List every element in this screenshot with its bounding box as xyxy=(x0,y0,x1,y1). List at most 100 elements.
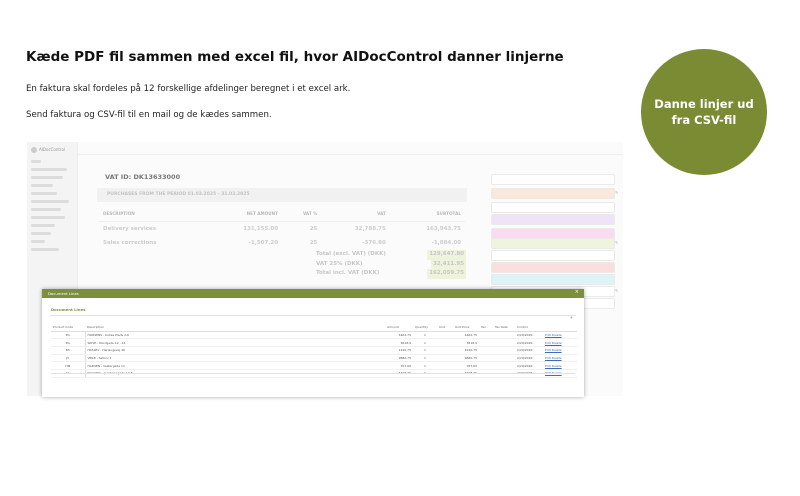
invoice-cell: Delivery services xyxy=(103,226,157,232)
edit-icon[interactable]: ✎ xyxy=(615,190,618,195)
sidebar-item[interactable] xyxy=(31,200,69,203)
product-code-cell: J5 xyxy=(51,354,85,363)
invoice-row: Delivery services 131,155.00 25 32,788.7… xyxy=(99,222,465,237)
total-row: Total incl. VAT (DKK) 162,059.75 xyxy=(316,269,466,279)
edit-delete-link[interactable]: Edit Delete xyxy=(543,361,577,371)
column-header xyxy=(543,323,577,332)
column-header[interactable]: Product Code xyxy=(51,323,85,332)
invoice-row: Sales corrections -1,507.20 25 -376.80 -… xyxy=(99,236,465,250)
description-cell: HADSEN - Vestergade 11 xyxy=(84,361,385,371)
quantity-cell: 1 xyxy=(413,338,437,347)
sidebar-item[interactable] xyxy=(31,168,67,171)
column-header[interactable]: Unit Price xyxy=(453,323,479,332)
unit-price-cell: 4462,75 xyxy=(453,331,479,340)
unit-price-cell: 767,60 xyxy=(453,361,479,371)
sidebar-item[interactable] xyxy=(31,240,45,243)
vat-id: VAT ID: DK13633000 xyxy=(105,173,181,181)
amount-cell: 1240,75 xyxy=(385,346,413,355)
column-header[interactable]: Amount xyxy=(385,323,413,332)
control-cell: 2/29/2026 xyxy=(515,361,543,371)
sidebar-item[interactable] xyxy=(31,208,61,211)
amount-cell: 767,60 xyxy=(385,361,413,371)
edit-delete-link[interactable]: Edit Delete xyxy=(543,354,577,363)
invoice-col-header: VAT xyxy=(321,210,390,222)
app-logo: AIDocControl xyxy=(31,147,65,153)
table-row[interactable]: PG SKIVE - Nordgade 12 - 14 3618,9 1 361… xyxy=(51,338,577,347)
close-icon[interactable]: × xyxy=(575,289,579,295)
total-row: Total (excl. VAT) (DKK) 129,647.80 xyxy=(316,250,466,260)
unit-cell xyxy=(437,331,453,340)
edit-delete-link[interactable]: Edit Delete xyxy=(543,338,577,347)
table-row[interactable]: HM HADSEN - Vestergade 11 767,60 1 767,6… xyxy=(51,361,577,371)
edit-icon[interactable]: ✎ xyxy=(615,240,618,245)
tax-rate-cell xyxy=(493,354,515,363)
column-header[interactable]: Description xyxy=(85,323,385,332)
period-heading-band: PURCHASES FROM THE PERIOD 01.03.2025 - 3… xyxy=(97,188,467,202)
edit-delete-link[interactable]: Edit Delete xyxy=(543,346,577,355)
amount-cell: 4462,75 xyxy=(385,331,413,340)
window-title: Document Lines xyxy=(48,290,79,296)
field-box[interactable] xyxy=(491,262,615,273)
invoice-cell: 131,155.00 xyxy=(243,226,279,232)
description-cell: HASLEV - Herlaugsvej 46 xyxy=(84,346,385,355)
unit-cell xyxy=(437,338,453,347)
sidebar-item[interactable] xyxy=(31,192,57,195)
invoice-col-header: NET AMOUNT xyxy=(206,210,283,222)
tax-cell xyxy=(479,346,493,355)
field-box[interactable] xyxy=(491,238,615,249)
table-row[interactable]: J5 VEILE - Søtorv 1 9880,75 1 9880,75 2/… xyxy=(51,354,577,363)
sidebar-item[interactable] xyxy=(31,184,53,187)
description-cell: SKIVE - Nordgade 12 - 14 xyxy=(84,338,385,347)
field-box[interactable] xyxy=(491,214,615,225)
table-row[interactable]: PG HORSENS - Kirkes Plads 2-6 4462,75 1 … xyxy=(51,331,577,340)
control-cell: 2/29/2026 xyxy=(515,331,543,340)
invoice-cell: 32,788.75 xyxy=(354,226,386,232)
control-cell: 2/29/2026 xyxy=(515,346,543,355)
field-box[interactable] xyxy=(491,174,615,185)
quantity-cell: 1 xyxy=(413,354,437,363)
tax-rate-cell xyxy=(493,346,515,355)
field-box[interactable] xyxy=(491,274,615,285)
logo-icon xyxy=(31,147,37,153)
invoice-col-header: DESCRIPTION xyxy=(99,210,207,222)
unit-cell xyxy=(437,354,453,363)
invoice-cell: -1,884.00 xyxy=(431,240,461,246)
invoice-totals: Total (excl. VAT) (DKK) 129,647.80 VAT 25… xyxy=(316,250,466,279)
unit-cell xyxy=(437,346,453,355)
column-header[interactable]: Control xyxy=(515,323,543,332)
add-line-icon[interactable]: + xyxy=(570,315,573,320)
invoice-cell: 25 xyxy=(309,226,318,232)
quantity-cell: 1 xyxy=(413,361,437,371)
edit-delete-link[interactable]: Edit Delete xyxy=(543,331,577,340)
sidebar-item[interactable] xyxy=(31,232,51,235)
product-code-cell: R5 xyxy=(51,346,85,355)
tax-rate-cell xyxy=(493,338,515,347)
unit-price-cell: 3618,9 xyxy=(453,338,479,347)
column-header[interactable]: Quantity xyxy=(413,323,437,332)
sidebar-item[interactable] xyxy=(31,176,63,179)
section-title: Document Lines xyxy=(51,307,86,312)
field-box[interactable] xyxy=(491,202,615,213)
page-title: Kæde PDF fil sammen med excel fil, hvor … xyxy=(26,49,564,65)
sidebar-item[interactable] xyxy=(31,160,41,163)
field-box[interactable] xyxy=(491,250,615,261)
column-header[interactable]: Tax Rate xyxy=(493,323,515,332)
invoice-col-header: SUBTOTAL xyxy=(389,210,465,222)
field-box[interactable] xyxy=(491,188,615,199)
sidebar-item[interactable] xyxy=(31,216,65,219)
invoice-cell: 163,943.75 xyxy=(426,226,461,232)
tax-cell xyxy=(479,338,493,347)
sidebar-item[interactable] xyxy=(31,224,55,227)
edit-icon[interactable]: ✎ xyxy=(615,288,618,293)
csv-lines-badge: Danne linjer ud fra CSV-fil xyxy=(641,49,767,175)
unit-price-cell: 1240,75 xyxy=(453,346,479,355)
invoice-cell: 25 xyxy=(309,240,318,246)
top-bar xyxy=(78,142,623,155)
tax-rate-cell xyxy=(493,361,515,371)
column-header[interactable]: Tax xyxy=(479,323,493,332)
intro-paragraph: En faktura skal fordeles på 12 forskelli… xyxy=(26,84,351,94)
table-row[interactable]: R5 HASLEV - Herlaugsvej 46 1240,75 1 124… xyxy=(51,346,577,355)
period-heading: PURCHASES FROM THE PERIOD 01.03.2025 - 3… xyxy=(107,192,250,197)
column-header[interactable]: Unit xyxy=(437,323,453,332)
sidebar-item[interactable] xyxy=(31,248,59,251)
